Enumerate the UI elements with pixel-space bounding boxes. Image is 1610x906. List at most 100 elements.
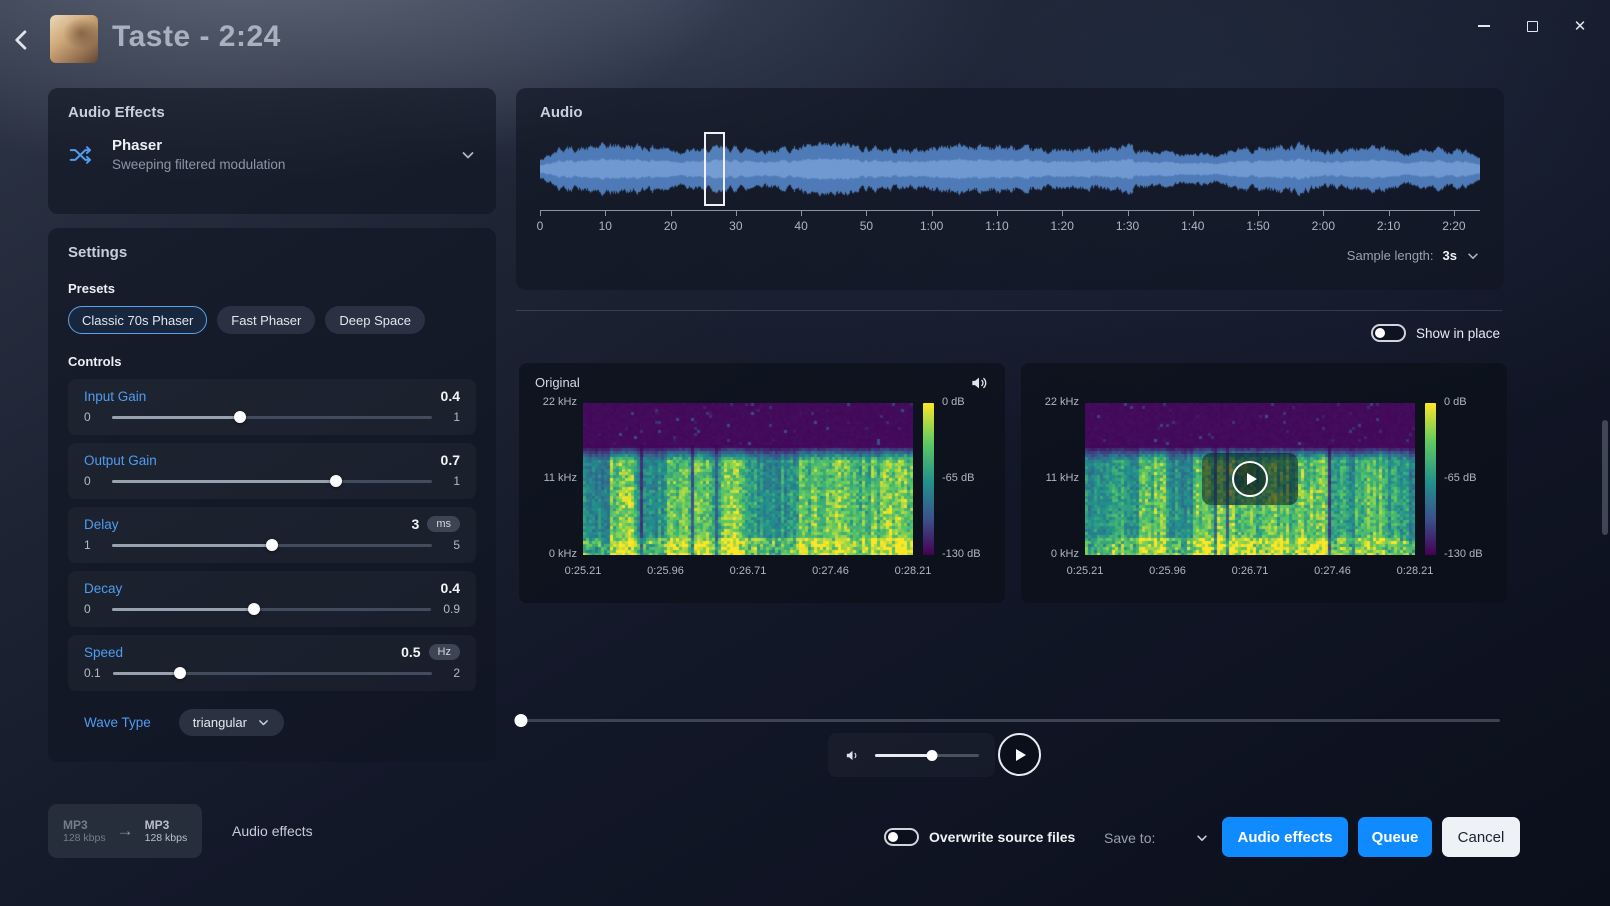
control-value: 0.4: [441, 580, 460, 596]
control-min: 0: [84, 602, 100, 616]
chevron-down-icon[interactable]: [1195, 831, 1209, 845]
seek-thumb[interactable]: [514, 714, 527, 727]
minimize-icon: [1478, 25, 1490, 27]
input-gain-slider[interactable]: [112, 410, 432, 424]
db-axis-label: -130 dB: [1444, 548, 1483, 560]
sample-length-control[interactable]: Sample length: 3s: [1347, 248, 1480, 263]
preset-deep-space[interactable]: Deep Space: [325, 306, 425, 334]
control-max: 0.9: [443, 602, 460, 616]
effects-summary-label: Audio effects: [232, 823, 313, 839]
time-tick: [605, 211, 606, 216]
overwrite-toggle[interactable]: [884, 828, 919, 846]
play-button[interactable]: [998, 733, 1041, 776]
preview-play-button[interactable]: [1202, 453, 1298, 505]
waveform-canvas[interactable]: [540, 136, 1480, 202]
unit-badge: Hz: [429, 644, 460, 660]
time-tick-label: 2:20: [1442, 219, 1465, 233]
audio-effects-button[interactable]: Audio effects: [1222, 817, 1348, 857]
control-min: 0: [84, 474, 100, 488]
queue-button[interactable]: Queue: [1358, 817, 1432, 857]
speaker-icon[interactable]: [969, 373, 989, 393]
preset-fast-phaser[interactable]: Fast Phaser: [217, 306, 315, 334]
back-button[interactable]: [8, 26, 38, 56]
cancel-button[interactable]: Cancel: [1442, 817, 1520, 857]
window-controls: ✕: [1474, 12, 1590, 40]
freq-axis-label: 11 kHz: [1023, 472, 1079, 484]
slider-thumb[interactable]: [234, 411, 246, 423]
time-tick-label: 40: [794, 219, 807, 233]
waveform[interactable]: [540, 136, 1480, 202]
control-value: 0.5: [401, 644, 420, 660]
time-tick-label: 1:50: [1246, 219, 1269, 233]
controls-label: Controls: [68, 354, 476, 369]
volume-fill: [875, 754, 932, 757]
volume-thumb[interactable]: [927, 750, 938, 761]
time-tick: [1258, 211, 1259, 216]
decay-slider[interactable]: [112, 602, 431, 616]
chevron-down-icon[interactable]: [1466, 249, 1480, 263]
app-window: Taste - 2:24 ✕ Audio Effects Phaser Swee…: [0, 0, 1610, 906]
volume-speaker-icon[interactable]: [844, 747, 861, 764]
effect-selector[interactable]: Phaser Sweeping filtered modulation: [68, 137, 476, 172]
audio-card: Audio 010203040501:001:101:201:301:401:5…: [516, 88, 1504, 290]
wave-type-select[interactable]: triangular: [179, 709, 284, 736]
db-colorbar: [923, 403, 934, 555]
delay-slider[interactable]: [112, 538, 432, 552]
show-in-place-toggle[interactable]: [1371, 324, 1406, 342]
volume-slider[interactable]: [875, 748, 979, 762]
preset-chips: Classic 70s Phaser Fast Phaser Deep Spac…: [68, 306, 476, 334]
speed-slider[interactable]: [113, 666, 432, 680]
spectrogram-time-label: 0:25.21: [565, 565, 602, 577]
slider-thumb[interactable]: [174, 667, 186, 679]
time-tick-label: 2:00: [1312, 219, 1335, 233]
db-axis-label: 0 dB: [942, 396, 965, 408]
slider-thumb[interactable]: [266, 539, 278, 551]
control-wave-type: Wave Type triangular: [68, 699, 476, 746]
minimize-button[interactable]: [1474, 16, 1494, 36]
db-axis-label: -65 dB: [1444, 472, 1476, 484]
scrollbar[interactable]: [1602, 420, 1608, 535]
time-tick-label: 2:10: [1377, 219, 1400, 233]
settings-title: Settings: [68, 244, 476, 261]
control-max: 2: [444, 666, 460, 680]
spectrogram-time-label: 0:27.46: [1314, 565, 1351, 577]
effect-description: Sweeping filtered modulation: [112, 157, 285, 172]
seek-bar[interactable]: [519, 713, 1500, 727]
spectrogram-time-label: 0:27.46: [812, 565, 849, 577]
time-tick: [671, 211, 672, 216]
output-gain-slider[interactable]: [112, 474, 432, 488]
maximize-button[interactable]: [1522, 16, 1542, 36]
slider-fill: [112, 416, 240, 419]
settings-card: Settings Presets Classic 70s Phaser Fast…: [48, 228, 496, 762]
control-min: 1: [84, 538, 100, 552]
slider-thumb[interactable]: [330, 475, 342, 487]
waveform-selection[interactable]: [704, 132, 725, 206]
sample-length-label: Sample length:: [1347, 248, 1434, 263]
format-conversion-badge: MP3 128 kbps → MP3 128 kbps: [48, 804, 202, 858]
db-colorbar: [1425, 403, 1436, 555]
time-tick: [1128, 211, 1129, 216]
slider-thumb[interactable]: [248, 603, 260, 615]
preset-classic-70s-phaser[interactable]: Classic 70s Phaser: [68, 306, 207, 334]
control-value: 3: [412, 516, 420, 532]
time-tick-label: 1:20: [1051, 219, 1074, 233]
time-tick-label: 10: [599, 219, 612, 233]
audio-effects-title: Audio Effects: [68, 104, 476, 121]
chevron-down-icon: [257, 716, 270, 729]
toggle-knob: [1375, 328, 1385, 338]
time-tick: [1062, 211, 1063, 216]
close-button[interactable]: ✕: [1570, 16, 1590, 36]
time-tick: [1389, 211, 1390, 216]
db-axis-label: -65 dB: [942, 472, 974, 484]
original-label: Original: [535, 375, 580, 390]
wave-type-value: triangular: [193, 715, 247, 730]
source-format-name: MP3: [63, 818, 106, 832]
overwrite-label: Overwrite source files: [929, 829, 1075, 845]
time-tick: [736, 211, 737, 216]
save-to-control[interactable]: Save to:: [1104, 830, 1209, 846]
time-tick-label: 0: [537, 219, 544, 233]
sample-length-value: 3s: [1443, 248, 1457, 263]
time-tick: [932, 211, 933, 216]
chevron-down-icon[interactable]: [460, 147, 476, 163]
control-label: Input Gain: [84, 389, 146, 404]
